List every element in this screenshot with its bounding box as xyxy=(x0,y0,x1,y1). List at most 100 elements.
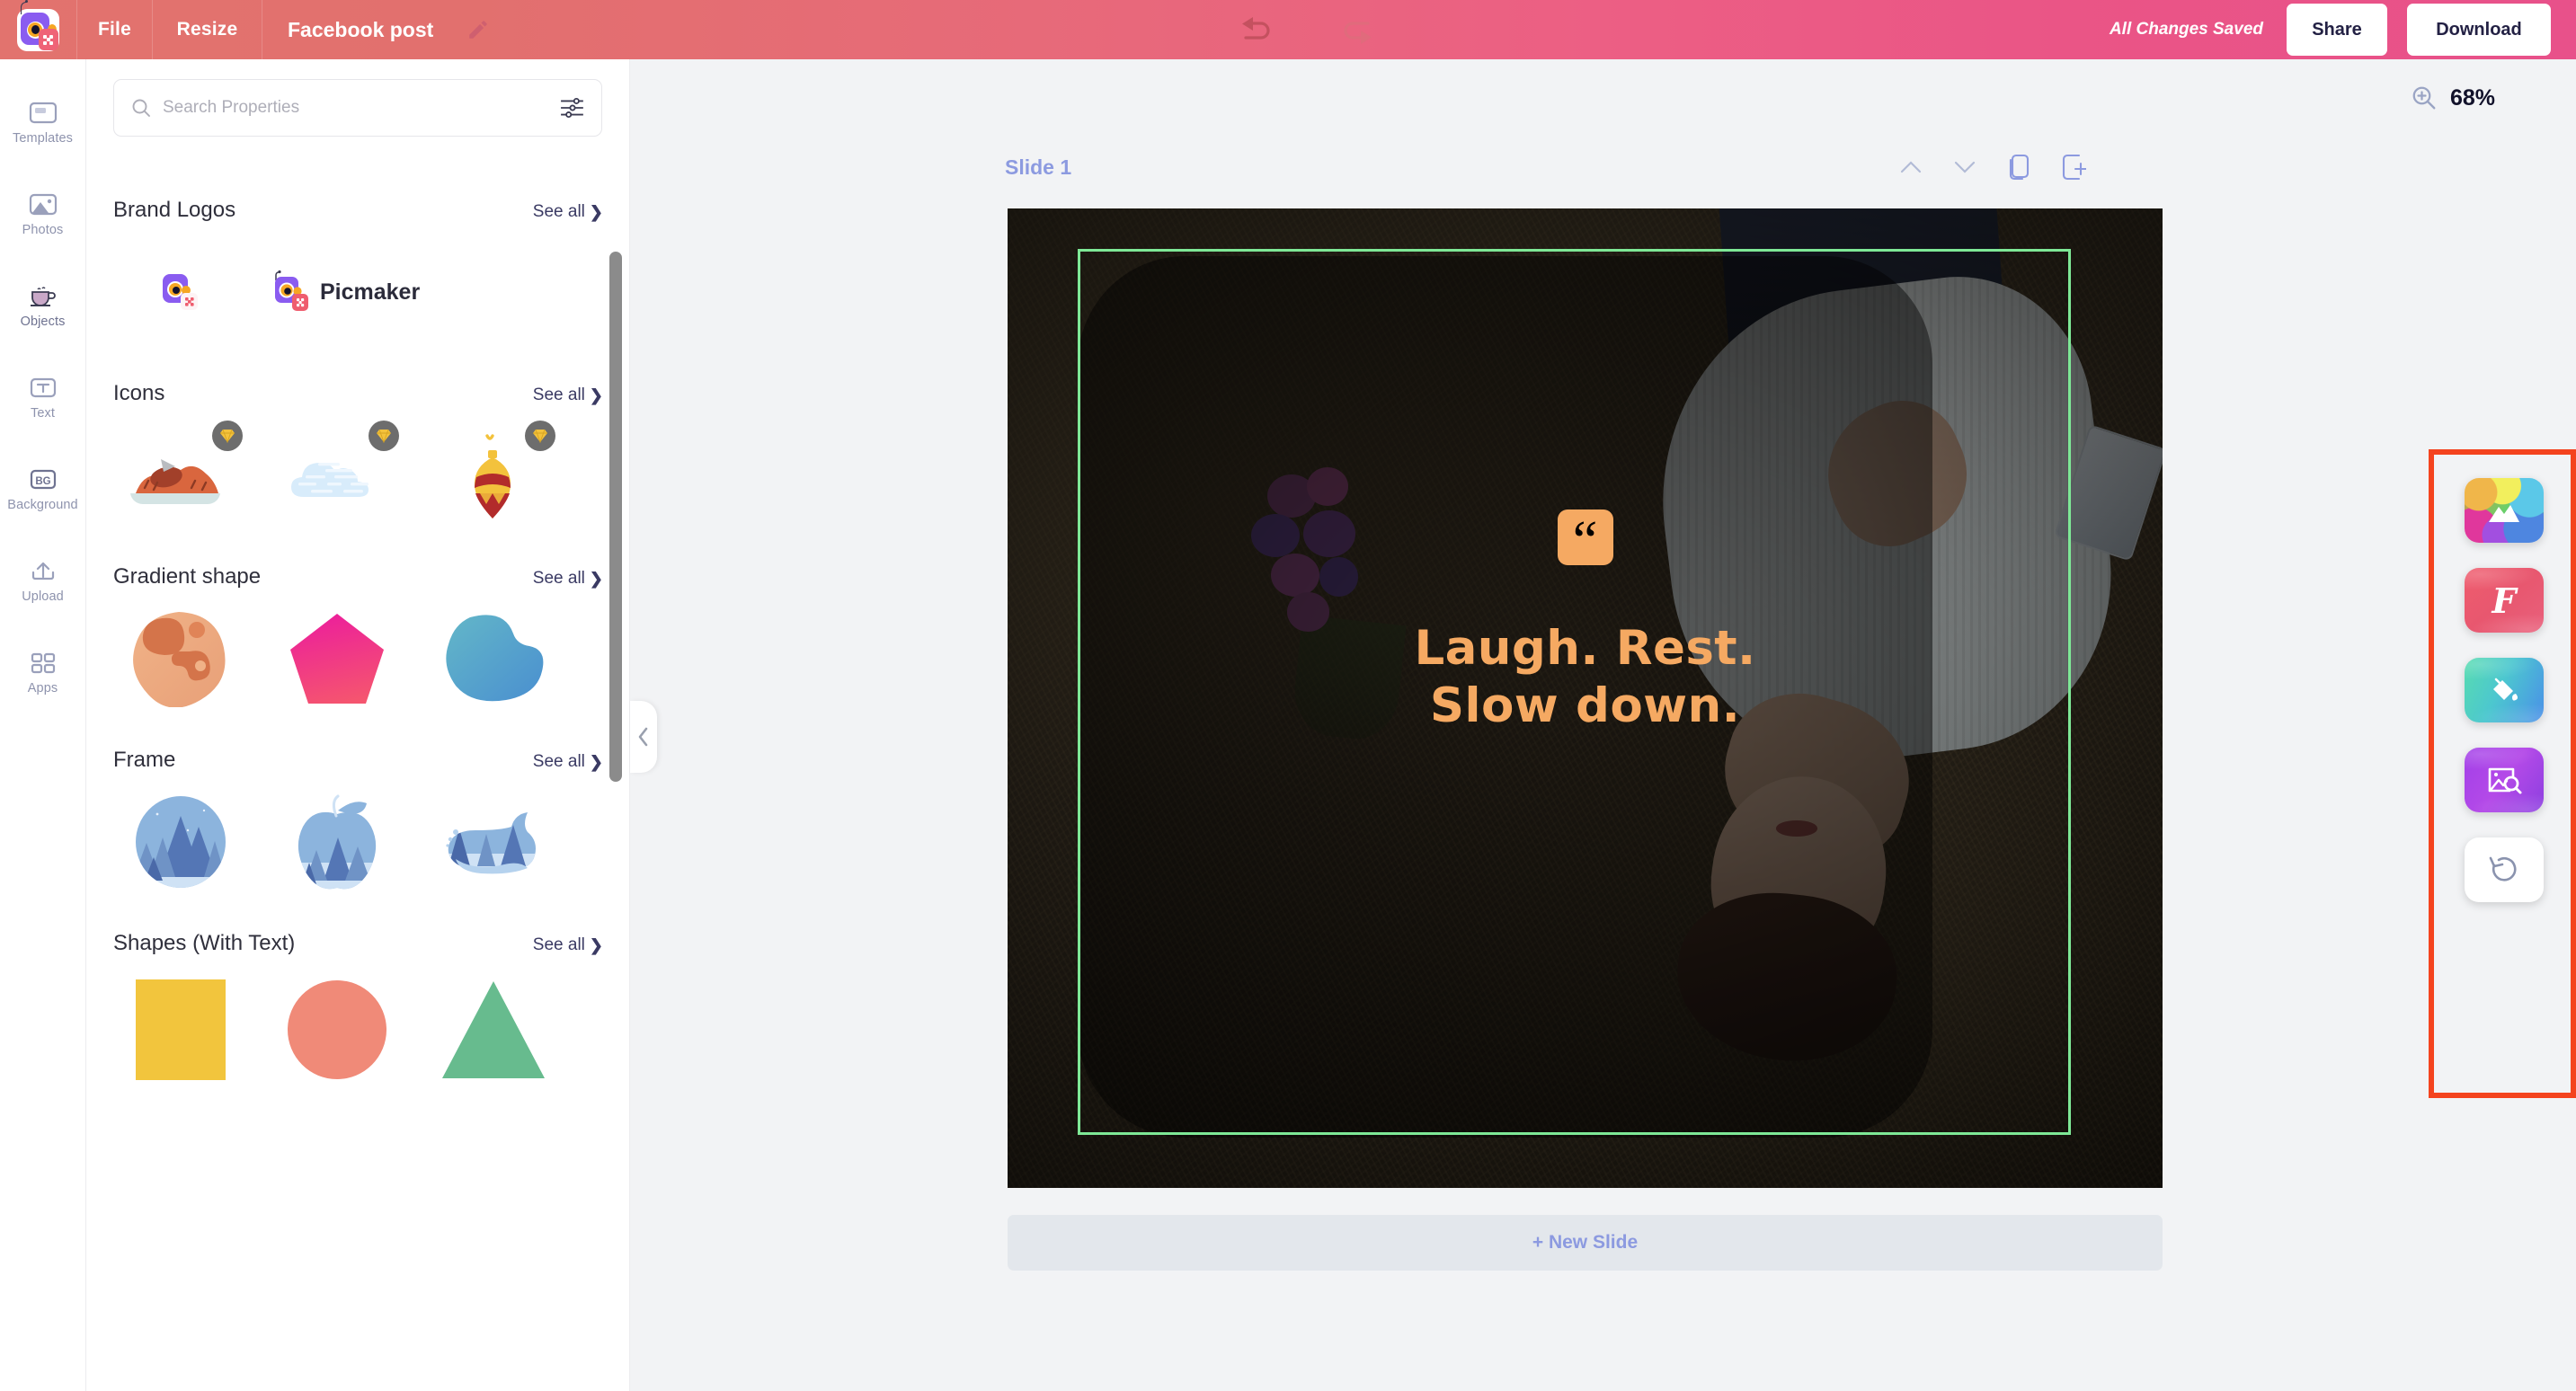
sidebar-label-text: Text xyxy=(31,405,55,421)
frame-circle-forest[interactable] xyxy=(113,793,248,891)
sidebar-item-background[interactable]: BG Background xyxy=(0,446,86,532)
zoom-control[interactable]: 68% xyxy=(2411,84,2495,111)
icon-clouds[interactable] xyxy=(270,421,404,525)
paint-bucket-icon xyxy=(2493,678,2518,701)
circle-salmon-icon xyxy=(288,980,386,1079)
chevron-right-icon: ❯ xyxy=(589,752,603,771)
font-f-icon: F xyxy=(2492,580,2517,621)
app-logo[interactable] xyxy=(0,0,77,59)
section-gradient-shape: Gradient shape See all ❯ xyxy=(86,564,629,708)
see-all-label: See all xyxy=(532,569,585,588)
section-title: Shapes (With Text) xyxy=(113,931,296,955)
menu-file[interactable]: File xyxy=(77,0,153,59)
panel-scroll-area[interactable]: Brand Logos See all ❯ Picmaker Icons See… xyxy=(86,158,629,1391)
shape-square-yellow[interactable] xyxy=(113,976,248,1084)
blob-blue-icon xyxy=(446,615,544,702)
sidebar-item-text[interactable]: Text xyxy=(0,354,86,440)
undo-button[interactable] xyxy=(1234,6,1281,53)
gradient-blob-orange[interactable] xyxy=(113,609,248,708)
redo-arrow-icon xyxy=(1344,22,1372,44)
gradient-pentagon-pink[interactable] xyxy=(270,609,404,708)
upload-arrow-icon xyxy=(28,558,58,585)
section-title: Icons xyxy=(113,381,165,405)
sidebar-item-templates[interactable]: Templates xyxy=(0,79,86,165)
diamond-icon xyxy=(533,429,547,443)
frame-whale-forest-icon xyxy=(446,812,536,874)
fill-color-button[interactable] xyxy=(2465,658,2544,722)
right-toolbar: F xyxy=(2443,464,2565,1084)
gradient-blob-blue[interactable] xyxy=(426,609,561,708)
search-input[interactable] xyxy=(163,98,560,118)
icon-bbq-platter[interactable] xyxy=(113,421,248,525)
chevron-right-icon: ❯ xyxy=(589,569,603,588)
chevron-right-icon: ❯ xyxy=(589,935,603,954)
move-slide-down-button[interactable] xyxy=(1950,152,1980,182)
image-effects-button[interactable] xyxy=(2465,478,2544,543)
filter-sliders-icon[interactable] xyxy=(560,97,585,119)
see-all-frame[interactable]: See all ❯ xyxy=(533,752,603,772)
add-slide-icon xyxy=(2062,154,2086,181)
reset-history-button[interactable] xyxy=(2465,837,2544,902)
frame-whale-forest[interactable] xyxy=(426,793,561,891)
see-all-gradient-shape[interactable]: See all ❯ xyxy=(533,569,603,589)
search-box[interactable] xyxy=(113,79,602,137)
share-button[interactable]: Share xyxy=(2287,4,2387,56)
add-slide-button[interactable] xyxy=(2057,152,2088,182)
collapse-panel-button[interactable] xyxy=(630,701,657,773)
background-bg-icon: BG xyxy=(28,466,58,493)
zoom-bar: 68% xyxy=(630,59,2576,137)
menu-resize[interactable]: Resize xyxy=(153,0,262,59)
frame-apple-forest[interactable] xyxy=(270,793,404,891)
diamond-icon xyxy=(377,429,391,443)
app-header: File Resize Facebook post All Changes Sa… xyxy=(0,0,2576,59)
brand-logo-mark[interactable] xyxy=(113,243,248,341)
panel-scrollbar-track[interactable] xyxy=(609,230,622,1335)
panel-scrollbar-thumb[interactable] xyxy=(609,252,622,782)
move-slide-up-button[interactable] xyxy=(1896,152,1926,182)
picmaker-logo-icon xyxy=(17,0,59,51)
see-all-icons[interactable]: See all ❯ xyxy=(533,385,603,405)
blob-orange-icon xyxy=(133,612,226,707)
photos-icon xyxy=(28,191,58,218)
download-button[interactable]: Download xyxy=(2407,4,2551,56)
see-all-brand-logos[interactable]: See all ❯ xyxy=(533,202,603,222)
see-all-label: See all xyxy=(532,935,585,954)
square-yellow-icon xyxy=(136,979,226,1080)
icon-christmas-bauble[interactable] xyxy=(426,421,561,525)
sidebar-item-apps[interactable]: Apps xyxy=(0,629,86,715)
brand-logo-wordmark[interactable]: Picmaker xyxy=(270,243,449,341)
chevron-left-icon xyxy=(638,727,648,747)
replace-image-button[interactable] xyxy=(2465,748,2544,812)
properties-panel: Brand Logos See all ❯ xyxy=(86,59,630,1391)
sidebar-item-upload[interactable]: Upload xyxy=(0,537,86,624)
redo-button[interactable] xyxy=(1333,6,1380,53)
frame-apple-forest-icon xyxy=(298,794,377,890)
shape-circle-salmon[interactable] xyxy=(270,976,404,1084)
search-row xyxy=(86,59,629,137)
see-all-label: See all xyxy=(532,752,585,771)
font-style-button[interactable]: F xyxy=(2465,568,2544,633)
workspace: 68% Slide 1 “ Laugh. Rest. Slow down. + … xyxy=(630,59,2576,1391)
document-title[interactable]: Facebook post xyxy=(262,0,453,59)
premium-badge xyxy=(212,421,243,451)
see-all-shapes-with-text[interactable]: See all ❯ xyxy=(533,935,603,955)
zoom-in-magnifier-icon xyxy=(2412,86,2436,110)
pentagon-pink-icon xyxy=(290,614,384,704)
shape-triangle-green[interactable] xyxy=(426,976,561,1084)
canvas-quote-text[interactable]: Laugh. Rest. Slow down. xyxy=(1088,620,2082,735)
picmaker-mark-icon xyxy=(163,274,198,310)
add-new-slide-button[interactable]: + New Slide xyxy=(1008,1215,2163,1271)
quote-mark-badge[interactable]: “ xyxy=(1557,509,1613,569)
slide-tools xyxy=(1896,152,2088,182)
quote-line-1: Laugh. Rest. xyxy=(1414,620,1756,676)
sidebar-item-objects[interactable]: Objects xyxy=(0,262,86,349)
chevron-right-icon: ❯ xyxy=(589,202,603,221)
sidebar-item-photos[interactable]: Photos xyxy=(0,171,86,257)
duplicate-slide-button[interactable] xyxy=(2003,152,2034,182)
see-all-label: See all xyxy=(532,202,585,221)
section-title: Frame xyxy=(113,748,176,772)
slide-canvas[interactable]: “ Laugh. Rest. Slow down. xyxy=(1008,208,2163,1188)
edit-title-button[interactable] xyxy=(453,0,503,59)
section-title: Gradient shape xyxy=(113,564,262,589)
image-search-icon xyxy=(2488,767,2522,794)
